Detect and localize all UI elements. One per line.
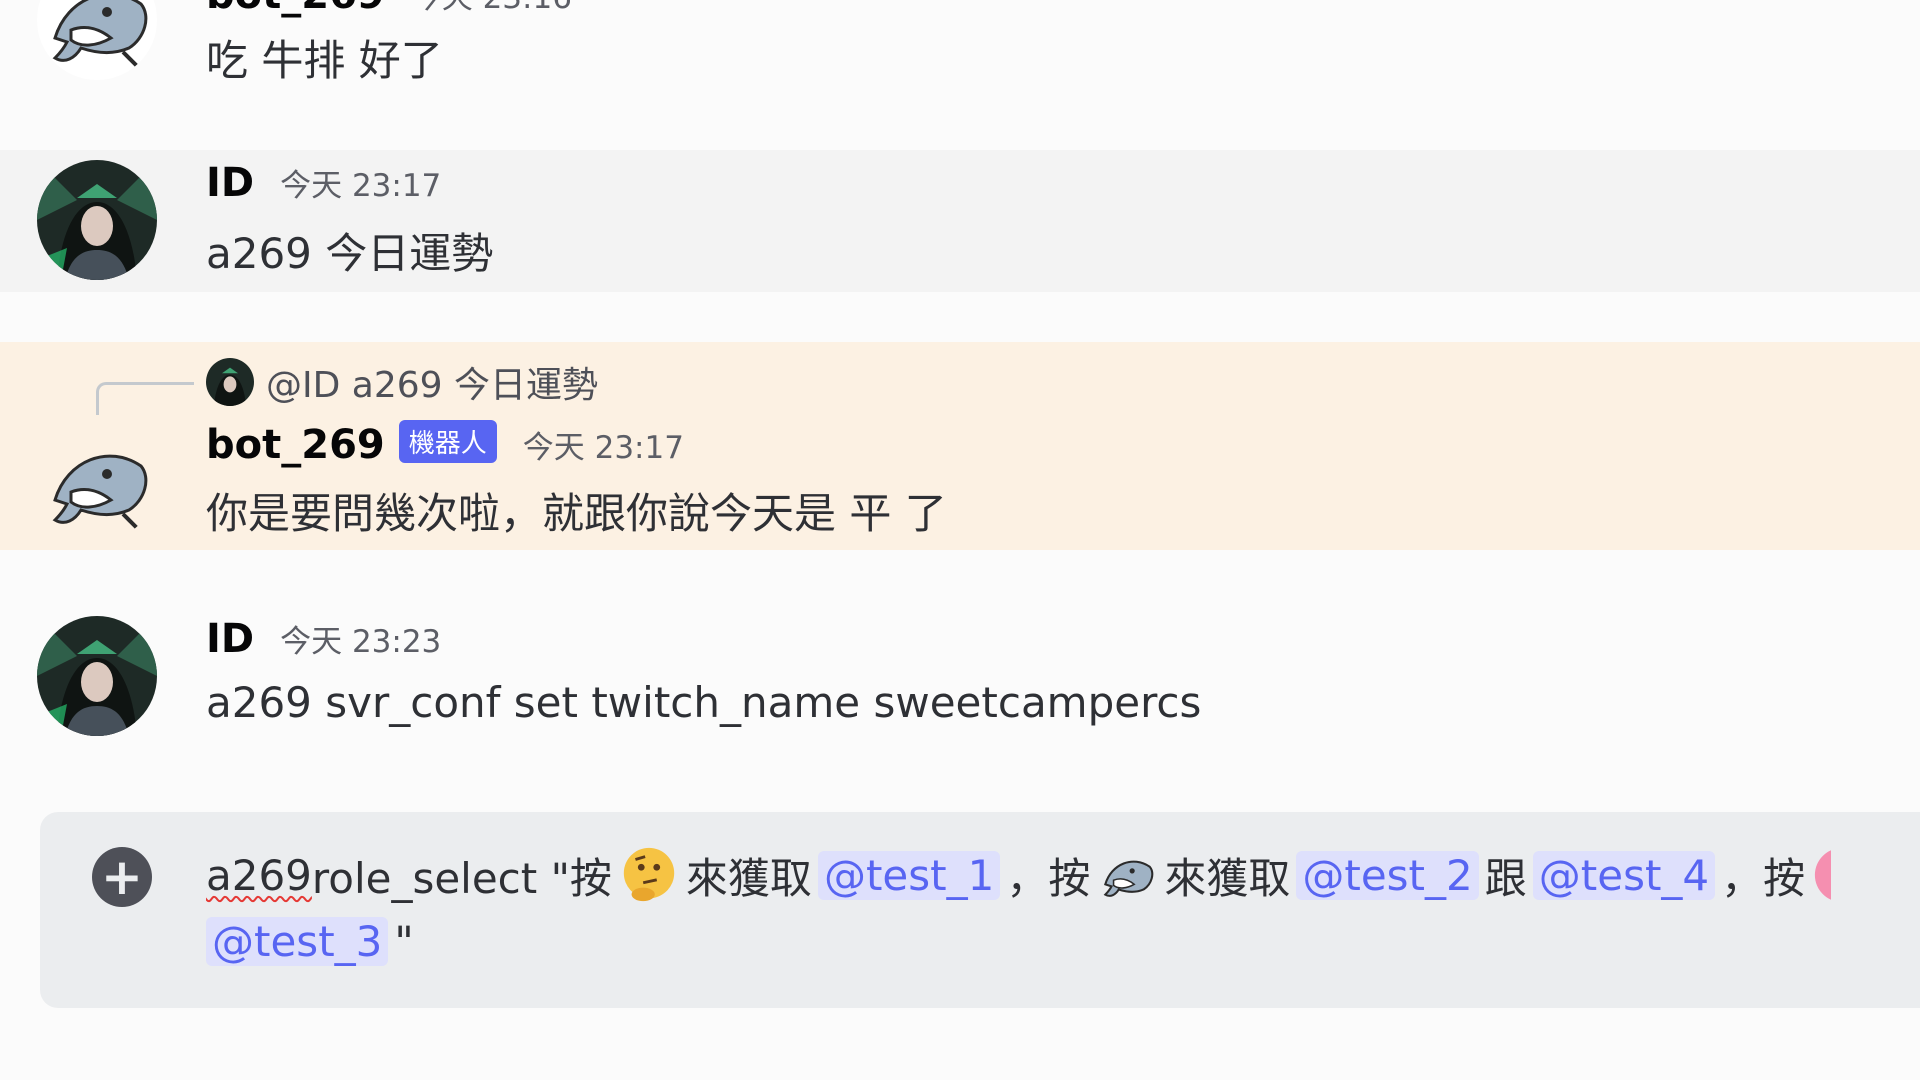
bot-avatar[interactable] <box>37 0 157 80</box>
composer-text: role_select "按 <box>311 853 612 903</box>
message-timestamp: 今天 23:16 <box>411 0 572 17</box>
mention-test-3[interactable]: @test_3 <box>206 916 389 966</box>
dolphin-emoji <box>1096 844 1158 906</box>
composer-text: 跟 <box>1484 853 1527 903</box>
mention-test-2[interactable]: @test_2 <box>1296 850 1479 900</box>
message-content: 你是要問幾次啦，就跟你說今天是 平 了 <box>206 489 947 538</box>
reply-text: @ID a269 今日運勢 <box>266 365 598 406</box>
message-timestamp: 今天 23:17 <box>522 430 684 466</box>
spellcheck-word: a269 <box>206 850 312 900</box>
bot-tag: 機器人 <box>398 420 497 463</box>
message-id-svrconf[interactable]: ID 今天 23:23 a269 svr_conf set twitch_nam… <box>0 600 1920 750</box>
composer-text: 來獲取 <box>1164 853 1291 903</box>
message-content: a269 今日運勢 <box>206 229 494 278</box>
reply-spine <box>96 382 194 415</box>
composer-text: ，按 <box>1006 853 1091 903</box>
bot-avatar[interactable] <box>37 422 157 542</box>
mention-test-4[interactable]: @test_4 <box>1532 850 1716 900</box>
message-author[interactable]: ID <box>206 616 254 662</box>
thinking-face-emoji <box>618 844 680 906</box>
plus-circle-icon: + <box>101 848 143 906</box>
mention-test-1[interactable]: @test_1 <box>817 850 1001 900</box>
user-avatar[interactable] <box>37 160 157 280</box>
message-author[interactable]: bot_269 <box>206 422 385 468</box>
dolphin-icon <box>37 422 157 542</box>
message-bot-reply[interactable]: @ID a269 今日運勢 bot_269 機器人 今天 23:17 你是要問幾… <box>0 342 1920 550</box>
message-content: 吃 牛排 好了 <box>206 36 443 85</box>
message-id-fortune[interactable]: ID 今天 23:17 a269 今日運勢 <box>0 150 1920 292</box>
message-bot-steak[interactable]: bot_269 今天 23:16 吃 牛排 好了 <box>0 0 1920 140</box>
message-author[interactable]: ID <box>206 160 254 206</box>
composer-text: " <box>394 916 414 966</box>
reply-avatar <box>206 358 254 406</box>
anime-character-avatar <box>206 358 254 406</box>
emoji-partial <box>1811 844 1832 906</box>
add-attachment-button[interactable]: + <box>92 847 152 907</box>
anime-character-avatar <box>37 160 157 280</box>
anime-character-avatar <box>37 616 157 736</box>
composer-text: 來獲取 <box>685 853 812 903</box>
composer-text: ，按 <box>1721 853 1806 903</box>
chat-messages: bot_269 今天 23:16 吃 牛排 好了 ID 今天 23:17 a26… <box>0 0 1920 1080</box>
message-timestamp: 今天 23:23 <box>280 624 442 660</box>
user-avatar[interactable] <box>37 616 157 736</box>
message-author[interactable]: bot_269 <box>206 0 385 18</box>
message-timestamp: 今天 23:17 <box>280 168 442 204</box>
message-content: a269 svr_conf set twitch_name sweetcampe… <box>206 678 1202 727</box>
message-composer[interactable]: + a269 role_select "按 來獲取 @test_1 ，按 來獲取… <box>40 812 1920 1008</box>
reply-preview[interactable]: @ID a269 今日運勢 <box>206 356 598 408</box>
message-input[interactable]: a269 role_select "按 來獲取 @test_1 ，按 來獲取 @… <box>206 842 1920 974</box>
dolphin-icon <box>37 0 157 80</box>
